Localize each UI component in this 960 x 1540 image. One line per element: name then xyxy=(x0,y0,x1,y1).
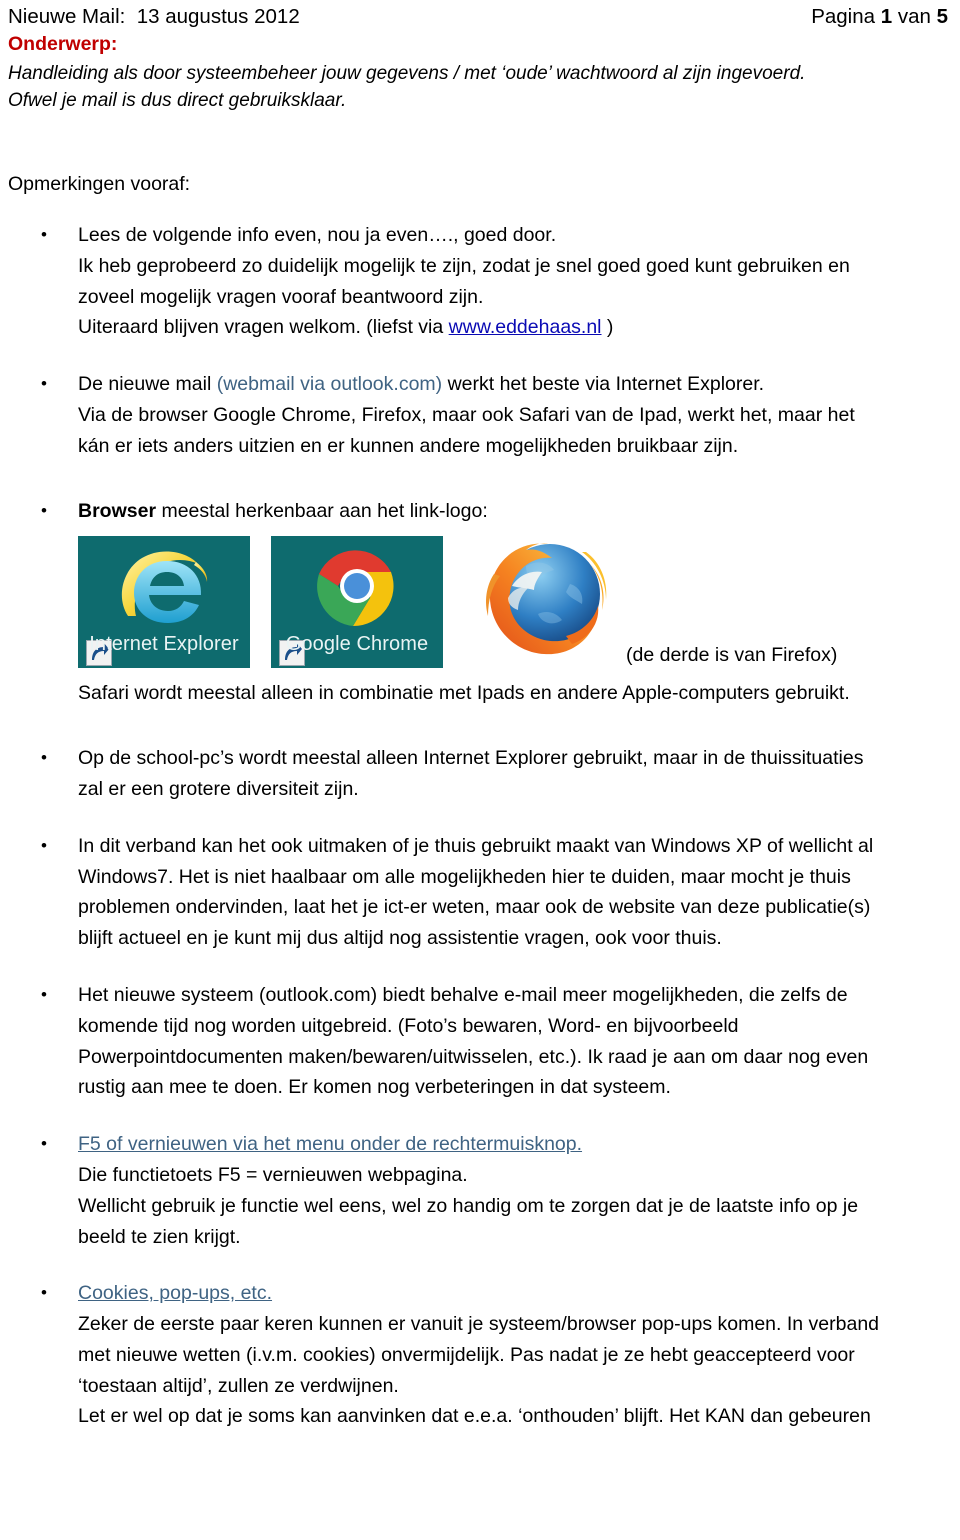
list-item: De nieuwe mail (webmail via outlook.com)… xyxy=(0,369,960,461)
firefox-icon[interactable] xyxy=(478,528,616,668)
bullet2-line1: De nieuwe mail (webmail via outlook.com)… xyxy=(78,369,946,400)
bullet4-line2: zal er een grotere diversiteit zijn. xyxy=(78,777,359,800)
page-current: 1 xyxy=(880,5,893,28)
bullet7-line2: Die functietoets F5 = vernieuwen webpagi… xyxy=(78,1163,468,1186)
bullet7-line3: Wellicht gebruik je functie wel eens, we… xyxy=(78,1194,859,1217)
list-item: In dit verband kan het ook uitmaken of j… xyxy=(0,831,960,954)
bullet8-line3: met nieuwe wetten (i.v.m. cookies) onver… xyxy=(78,1343,855,1366)
list-item: Lees de volgende info even, nou ja even…… xyxy=(0,220,960,343)
firefox-caption: (de derde is van Firefox) xyxy=(626,644,838,667)
browser-bold-word: Browser xyxy=(78,499,157,522)
bullet5-line4: blijft actueel en je kunt mij dus altijd… xyxy=(78,927,722,950)
bullet7-line4: beeld te zien krijgt. xyxy=(78,1225,241,1248)
bullet1-line2: Ik heb geprobeerd zo duidelijk mogelijk … xyxy=(78,254,850,277)
document-page: Nieuwe Mail: 13 augustus 2012 Pagina 1 v… xyxy=(0,0,960,1540)
outlook-webmail-note: (webmail via outlook.com) xyxy=(216,373,443,396)
bullet3-line2: Safari wordt meestal alleen in combinati… xyxy=(78,682,850,705)
bullet1-line4: Uiteraard blijven vragen welkom. (liefst… xyxy=(78,312,946,343)
page-total: 5 xyxy=(936,5,948,28)
bullet2-line1-post: werkt het beste via Internet Explorer. xyxy=(442,373,765,396)
bullet5-line2: Windows7. Het is niet haalbaar om alle m… xyxy=(78,865,851,888)
google-chrome-icon xyxy=(305,542,409,634)
list-item: Het nieuwe systeem (outlook.com) biedt b… xyxy=(0,980,960,1103)
list-item: Op de school-pc’s wordt meestal alleen I… xyxy=(0,743,960,805)
list-item: Cookies, pop-ups, etc. Zeker de eerste p… xyxy=(0,1278,960,1432)
page-middle: van xyxy=(892,5,937,28)
bullet3-line1-rest: meestal herkenbaar aan het link-logo: xyxy=(156,499,488,522)
page-number-indicator: Pagina 1 van 5 xyxy=(811,4,948,30)
header-title: Nieuwe Mail: 13 augustus 2012 xyxy=(8,5,300,28)
page-prefix: Pagina xyxy=(811,5,881,28)
bullet5-line1: In dit verband kan het ook uitmaken of j… xyxy=(78,834,874,857)
bullet1-line3: zoveel mogelijk vragen vooraf beantwoord… xyxy=(78,285,484,308)
bullet1-line4-pre: Uiteraard blijven vragen welkom. (liefst… xyxy=(78,316,449,339)
page-header: Nieuwe Mail: 13 augustus 2012 Pagina 1 v… xyxy=(0,0,960,30)
bullet1-line1: Lees de volgende info even, nou ja even…… xyxy=(78,223,557,246)
f5-refresh-link[interactable]: F5 of vernieuwen via het menu onder de r… xyxy=(78,1133,582,1155)
subject-line-1: Handleiding als door systeembeheer jouw … xyxy=(8,62,806,84)
subject-line-2: Ofwel je mail is dus direct gebruiksklaa… xyxy=(8,90,347,112)
bullet2-line3: kán er iets anders uitzien en er kunnen … xyxy=(78,434,739,457)
bullet6-line3: Powerpointdocumenten maken/bewaren/uitwi… xyxy=(78,1045,869,1068)
subject-label: Onderwerp: xyxy=(8,33,118,56)
bullet8-line4: ‘toestaan altijd’, zullen ze verdwijnen. xyxy=(78,1374,399,1397)
bullet8-line2: Zeker de eerste paar keren kunnen er van… xyxy=(78,1313,880,1336)
bullet2-line1-pre: De nieuwe mail xyxy=(78,373,217,396)
internet-explorer-icon xyxy=(112,542,216,634)
cookies-popups-link[interactable]: Cookies, pop-ups, etc. xyxy=(78,1282,272,1304)
bullet1-line4-post: ) xyxy=(601,316,614,339)
list-item: Browser meestal herkenbaar aan het link-… xyxy=(0,496,960,710)
notes-list: Lees de volgende info even, nou ja even…… xyxy=(0,220,960,1432)
internet-explorer-tile[interactable]: Internet Explorer xyxy=(78,536,250,669)
eddehaas-link[interactable]: www.eddehaas.nl xyxy=(449,316,602,338)
google-chrome-label: Google Chrome xyxy=(285,632,429,655)
bullet6-line2: komende tijd nog worden uitgebreid. (Fot… xyxy=(78,1014,739,1037)
list-item: F5 of vernieuwen via het menu onder de r… xyxy=(0,1129,960,1252)
bullet6-line4: rustig aan mee te doen. Er komen nog ver… xyxy=(78,1076,671,1099)
bullet2-line2: Via de browser Google Chrome, Firefox, m… xyxy=(78,403,855,426)
browser-logo-strip: Internet Explorer Google Chrome (de derd… xyxy=(78,536,946,678)
subject-text: Handleiding als door systeembeheer jouw … xyxy=(8,60,960,115)
bullet5-line3: problemen ondervinden, laat het je ict-e… xyxy=(78,896,871,919)
bullet6-line1: Het nieuwe systeem (outlook.com) biedt b… xyxy=(78,983,848,1006)
google-chrome-tile[interactable]: Google Chrome xyxy=(271,536,443,669)
bullet3-line1: Browser meestal herkenbaar aan het link-… xyxy=(78,496,946,527)
bullet8-line5: Let er wel op dat je soms kan aanvinken … xyxy=(78,1405,871,1428)
intro-heading: Opmerkingen vooraf: xyxy=(8,172,191,195)
bullet4-line1: Op de school-pc’s wordt meestal alleen I… xyxy=(78,747,864,770)
internet-explorer-label: Internet Explorer xyxy=(89,632,239,655)
